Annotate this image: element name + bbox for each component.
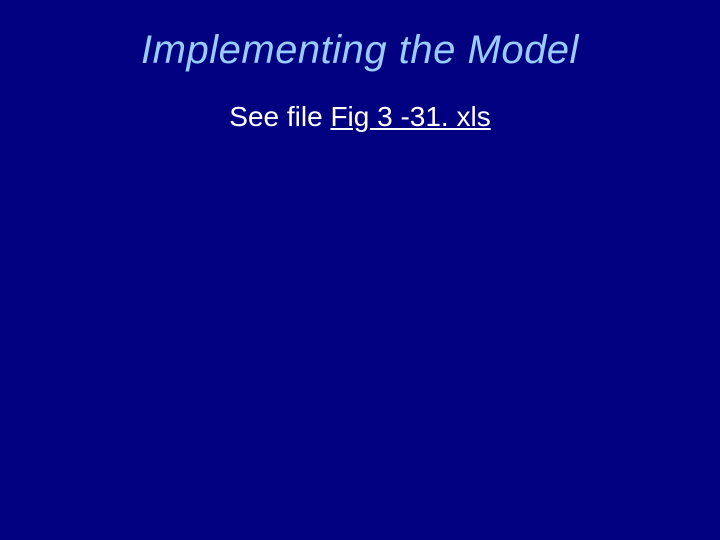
slide-body: See file Fig 3 -31. xls <box>0 101 720 133</box>
body-prefix-text: See file <box>229 101 330 132</box>
slide-container: Implementing the Model See file Fig 3 -3… <box>0 0 720 540</box>
file-link[interactable]: Fig 3 -31. xls <box>330 101 490 132</box>
slide-title: Implementing the Model <box>0 28 720 73</box>
